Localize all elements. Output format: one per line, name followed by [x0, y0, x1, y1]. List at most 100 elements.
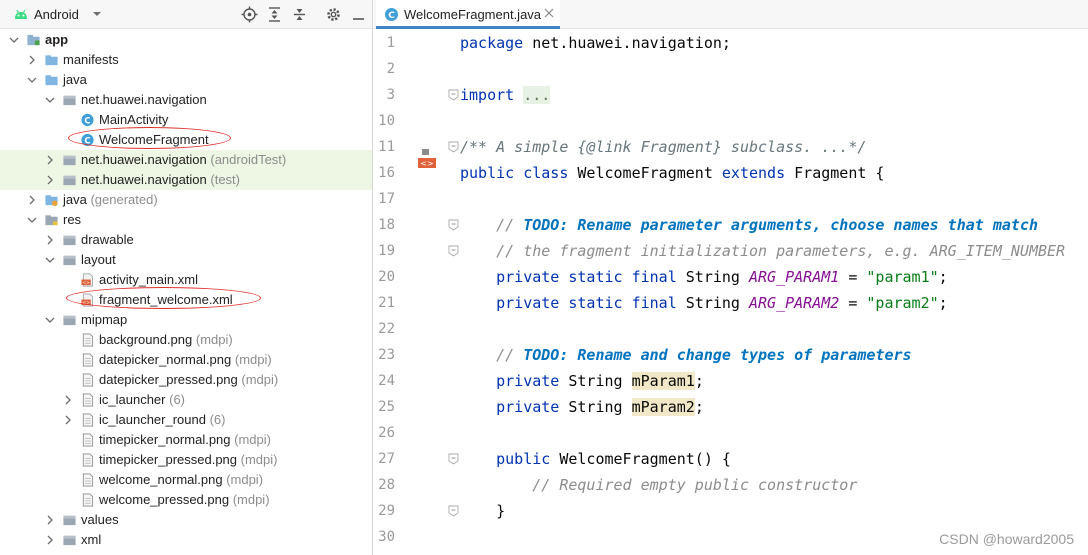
- tree-item-datepicker-pressed-png[interactable]: datepicker_pressed.png (mdpi): [0, 370, 372, 390]
- tree-item-welcomefragment[interactable]: C WelcomeFragment: [0, 130, 372, 150]
- line-number: 26: [378, 425, 395, 441]
- tree-item-drawable[interactable]: drawable: [0, 230, 372, 250]
- tree-item-background-png[interactable]: background.png (mdpi): [0, 330, 372, 350]
- tree-item-layout[interactable]: layout: [0, 250, 372, 270]
- tree-item-suffix: (mdpi): [237, 452, 278, 467]
- tree-item-values[interactable]: values: [0, 510, 372, 530]
- gear-icon[interactable]: [325, 6, 342, 23]
- image-icon: [82, 353, 94, 367]
- code-line: 17: [374, 186, 1088, 212]
- code-text: private static final String ARG_PARAM2 =…: [496, 294, 948, 312]
- line-number: 22: [378, 321, 395, 337]
- fold-marker-icon[interactable]: [448, 453, 459, 465]
- code-line: 20 private static final String ARG_PARAM…: [374, 264, 1088, 290]
- tree-item-timepicker-pressed-png[interactable]: timepicker_pressed.png (mdpi): [0, 450, 372, 470]
- code-area[interactable]: 1 package net.huawei.navigation; 2 3 import …: [374, 30, 1088, 555]
- tree-item-mainactivity[interactable]: C MainActivity: [0, 110, 372, 130]
- package-icon: [63, 535, 76, 546]
- line-number: 19: [378, 243, 395, 259]
- hide-icon[interactable]: [350, 6, 367, 23]
- chevron-right-icon[interactable]: [63, 395, 73, 405]
- tree-item-suffix: (androidTest): [206, 152, 287, 167]
- tree-item-label: res: [63, 212, 82, 227]
- chevron-down-icon[interactable]: [45, 95, 55, 105]
- tree-item-label: layout: [81, 252, 116, 267]
- chevron-right-icon[interactable]: [27, 55, 37, 65]
- fold-marker-icon[interactable]: [448, 89, 459, 101]
- chevron-right-icon[interactable]: [45, 515, 55, 525]
- project-pane: Android app manifests java net.huawei.na…: [0, 0, 373, 555]
- fold-marker-icon[interactable]: [448, 505, 459, 517]
- tree-item-label: MainActivity: [99, 112, 169, 127]
- tree-item-ic-launcher[interactable]: ic_launcher (6): [0, 390, 372, 410]
- chevron-right-icon[interactable]: [45, 235, 55, 245]
- tree-item-label: ic_launcher_round (6): [99, 412, 226, 427]
- tree-item-timepicker-normal-png[interactable]: timepicker_normal.png (mdpi): [0, 430, 372, 450]
- tree-item-mipmap[interactable]: mipmap: [0, 310, 372, 330]
- xml-icon: <>: [81, 273, 94, 287]
- fold-marker-icon[interactable]: [448, 245, 459, 257]
- package-icon: [63, 95, 76, 106]
- code-text: // the fragment initialization parameter…: [496, 242, 1066, 260]
- tab-welcomefragment-java[interactable]: C WelcomeFragment.java: [376, 0, 560, 29]
- related-xml-layout-icon[interactable]: <>: [416, 148, 438, 170]
- code-line: 21 private static final String ARG_PARAM…: [374, 290, 1088, 316]
- tree-item-welcome-normal-png[interactable]: welcome_normal.png (mdpi): [0, 470, 372, 490]
- code-line: 27 public WelcomeFragment() {: [374, 446, 1088, 472]
- tree-item-suffix: (mdpi): [230, 432, 271, 447]
- fold-marker-icon[interactable]: [448, 219, 459, 231]
- tree-item-activity-main-xml[interactable]: <> activity_main.xml: [0, 270, 372, 290]
- class-icon: C: [81, 133, 94, 147]
- package-icon: [63, 255, 76, 266]
- code-text: public WelcomeFragment() {: [496, 450, 731, 468]
- tree-item-app[interactable]: app: [0, 30, 372, 50]
- chevron-right-icon[interactable]: [45, 155, 55, 165]
- chevron-down-icon[interactable]: [90, 7, 104, 21]
- folder-icon: [45, 55, 58, 66]
- chevron-right-icon[interactable]: [63, 415, 73, 425]
- tree-item-fragment-welcome-xml[interactable]: <> fragment_welcome.xml: [0, 290, 372, 310]
- java-class-icon: C: [385, 8, 398, 21]
- chevron-right-icon[interactable]: [45, 535, 55, 545]
- tree-item-welcome-pressed-png[interactable]: welcome_pressed.png (mdpi): [0, 490, 372, 510]
- tree-item-label: mipmap: [81, 312, 128, 327]
- svg-text:C: C: [84, 115, 90, 125]
- line-number: 24: [378, 373, 395, 389]
- tree-item-xml[interactable]: xml: [0, 530, 372, 550]
- close-icon[interactable]: [543, 7, 555, 19]
- code-text: private String mParam1;: [496, 372, 704, 390]
- expand-all-icon[interactable]: [266, 6, 283, 23]
- chevron-right-icon[interactable]: [27, 195, 37, 205]
- tree-item-net-huawei-navigation[interactable]: net.huawei.navigation (test): [0, 170, 372, 190]
- tree-item-net-huawei-navigation[interactable]: net.huawei.navigation: [0, 90, 372, 110]
- code-line: 25 private String mParam2;: [374, 394, 1088, 420]
- chevron-right-icon[interactable]: [45, 175, 55, 185]
- tree-item-label: timepicker_normal.png (mdpi): [99, 432, 271, 447]
- project-pane-toolbar: Android: [0, 0, 372, 29]
- fold-marker-icon[interactable]: [448, 141, 459, 153]
- chevron-down-icon[interactable]: [9, 35, 19, 45]
- image-icon: [82, 493, 94, 507]
- code-line: 26: [374, 420, 1088, 446]
- code-line: 28 // Required empty public constructor: [374, 472, 1088, 498]
- tree-item-suffix: (generated): [86, 192, 158, 207]
- tree-item-java[interactable]: java: [0, 70, 372, 90]
- tree-item-label: drawable: [81, 232, 134, 247]
- chevron-down-icon[interactable]: [27, 215, 37, 225]
- project-view-selector[interactable]: Android: [34, 7, 79, 22]
- tree-item-manifests[interactable]: manifests: [0, 50, 372, 70]
- chevron-down-icon[interactable]: [45, 255, 55, 265]
- chevron-down-icon[interactable]: [27, 75, 37, 85]
- tree-item-net-huawei-navigation[interactable]: net.huawei.navigation (androidTest): [0, 150, 372, 170]
- tree-item-datepicker-normal-png[interactable]: datepicker_normal.png (mdpi): [0, 350, 372, 370]
- tree-item-res[interactable]: res: [0, 210, 372, 230]
- code-text: import ...: [460, 86, 551, 104]
- tree-item-java[interactable]: java (generated): [0, 190, 372, 210]
- tree-item-ic-launcher-round[interactable]: ic_launcher_round (6): [0, 410, 372, 430]
- locate-icon[interactable]: [241, 6, 258, 23]
- collapse-all-icon[interactable]: [291, 6, 308, 23]
- chevron-down-icon[interactable]: [45, 315, 55, 325]
- code-text: /** A simple {@link Fragment} subclass. …: [460, 138, 867, 156]
- package-icon: [63, 315, 76, 326]
- folder-res-icon: [45, 215, 58, 226]
